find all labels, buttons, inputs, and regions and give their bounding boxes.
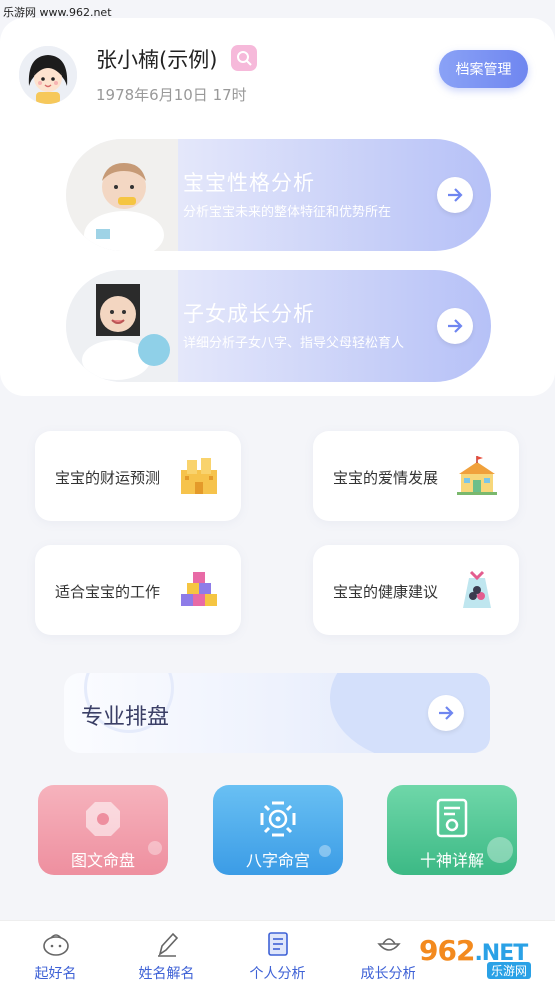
archive-management-button[interactable]: 档案管理 bbox=[439, 50, 528, 88]
watermark-logo-number: 962 bbox=[419, 934, 475, 967]
arrow-right-icon bbox=[439, 706, 454, 720]
arrow-right-icon bbox=[448, 319, 463, 333]
bagua-icon bbox=[260, 801, 296, 837]
profile-card: 张小楠(示例) 1978年6月10日 17时 档案管理 宝宝性格分析 分析宝宝未… bbox=[0, 18, 555, 396]
feature-title: 宝宝性格分析 bbox=[183, 171, 315, 195]
tile-ten-gods[interactable]: 十神详解 bbox=[387, 785, 517, 875]
feature-personality-analysis[interactable]: 宝宝性格分析 分析宝宝未来的整体特征和优势所在 bbox=[66, 139, 491, 251]
arrow-right-icon bbox=[448, 188, 463, 202]
castle-icon bbox=[181, 458, 217, 494]
watermark-top-text: 乐游网 www.962.net bbox=[3, 6, 112, 19]
medicine-bag-icon bbox=[463, 570, 491, 608]
user-name: 张小楠(示例) bbox=[96, 48, 218, 72]
feature-growth-analysis[interactable]: 子女成长分析 详细分析子女八字、指导父母轻松育人 bbox=[66, 270, 491, 382]
girl-avatar-icon bbox=[19, 46, 77, 104]
cubes-icon bbox=[181, 572, 217, 606]
baby-photo-icon bbox=[66, 270, 178, 382]
tab-naming[interactable]: 起好名 bbox=[0, 921, 111, 986]
tab-label: 姓名解名 bbox=[138, 966, 195, 982]
house-icon bbox=[457, 456, 497, 495]
tile-label: 图文命盘 bbox=[70, 851, 135, 870]
cradle-icon bbox=[377, 938, 401, 951]
search-badge[interactable] bbox=[231, 45, 257, 71]
grid-card-label: 宝宝的健康建议 bbox=[333, 583, 439, 601]
baby-photo-icon bbox=[66, 139, 178, 251]
tab-label: 起好名 bbox=[34, 966, 77, 982]
grid-card-health[interactable]: 宝宝的健康建议 bbox=[313, 545, 519, 635]
birth-datetime: 1978年6月10日 17时 bbox=[96, 86, 247, 104]
grid-card-label: 适合宝宝的工作 bbox=[55, 583, 161, 601]
tab-personal-analysis[interactable]: 个人分析 bbox=[222, 921, 333, 986]
grid-card-wealth[interactable]: 宝宝的财运预测 bbox=[35, 431, 241, 521]
professional-chart-banner[interactable]: 专业排盘 bbox=[64, 673, 490, 753]
tab-label: 个人分析 bbox=[249, 966, 306, 982]
tab-name-explanation[interactable]: 姓名解名 bbox=[111, 921, 222, 986]
arrow-right-button[interactable] bbox=[428, 695, 464, 731]
grid-card-career[interactable]: 适合宝宝的工作 bbox=[35, 545, 241, 635]
arrow-right-button[interactable] bbox=[437, 177, 473, 213]
octagon-chart-icon bbox=[86, 802, 120, 836]
arrow-right-button[interactable] bbox=[437, 308, 473, 344]
banner-title: 专业排盘 bbox=[81, 705, 170, 730]
book-icon bbox=[268, 932, 288, 956]
tile-bazi-palace[interactable]: 八字命宫 bbox=[213, 785, 343, 875]
site-watermark: 962.NET 乐游网 bbox=[415, 932, 553, 982]
search-icon bbox=[237, 51, 252, 66]
grid-card-label: 宝宝的爱情发展 bbox=[333, 469, 439, 487]
grid-card-love[interactable]: 宝宝的爱情发展 bbox=[313, 431, 519, 521]
feature-title: 子女成长分析 bbox=[183, 302, 315, 326]
tile-label: 八字命宫 bbox=[245, 851, 310, 870]
baby-face-icon bbox=[43, 934, 69, 956]
watermark-site-text: 乐游网 bbox=[487, 962, 532, 979]
tile-label: 十神详解 bbox=[419, 851, 484, 870]
document-icon bbox=[436, 798, 468, 838]
feature-subtitle: 详细分析子女八字、指导父母轻松育人 bbox=[183, 336, 405, 351]
avatar[interactable] bbox=[19, 46, 77, 104]
grid-card-label: 宝宝的财运预测 bbox=[55, 469, 161, 487]
pen-icon bbox=[158, 932, 179, 957]
feature-subtitle: 分析宝宝未来的整体特征和优势所在 bbox=[183, 205, 392, 220]
tile-chart-diagram[interactable]: 图文命盘 bbox=[38, 785, 168, 875]
banner-decoration bbox=[330, 673, 490, 753]
